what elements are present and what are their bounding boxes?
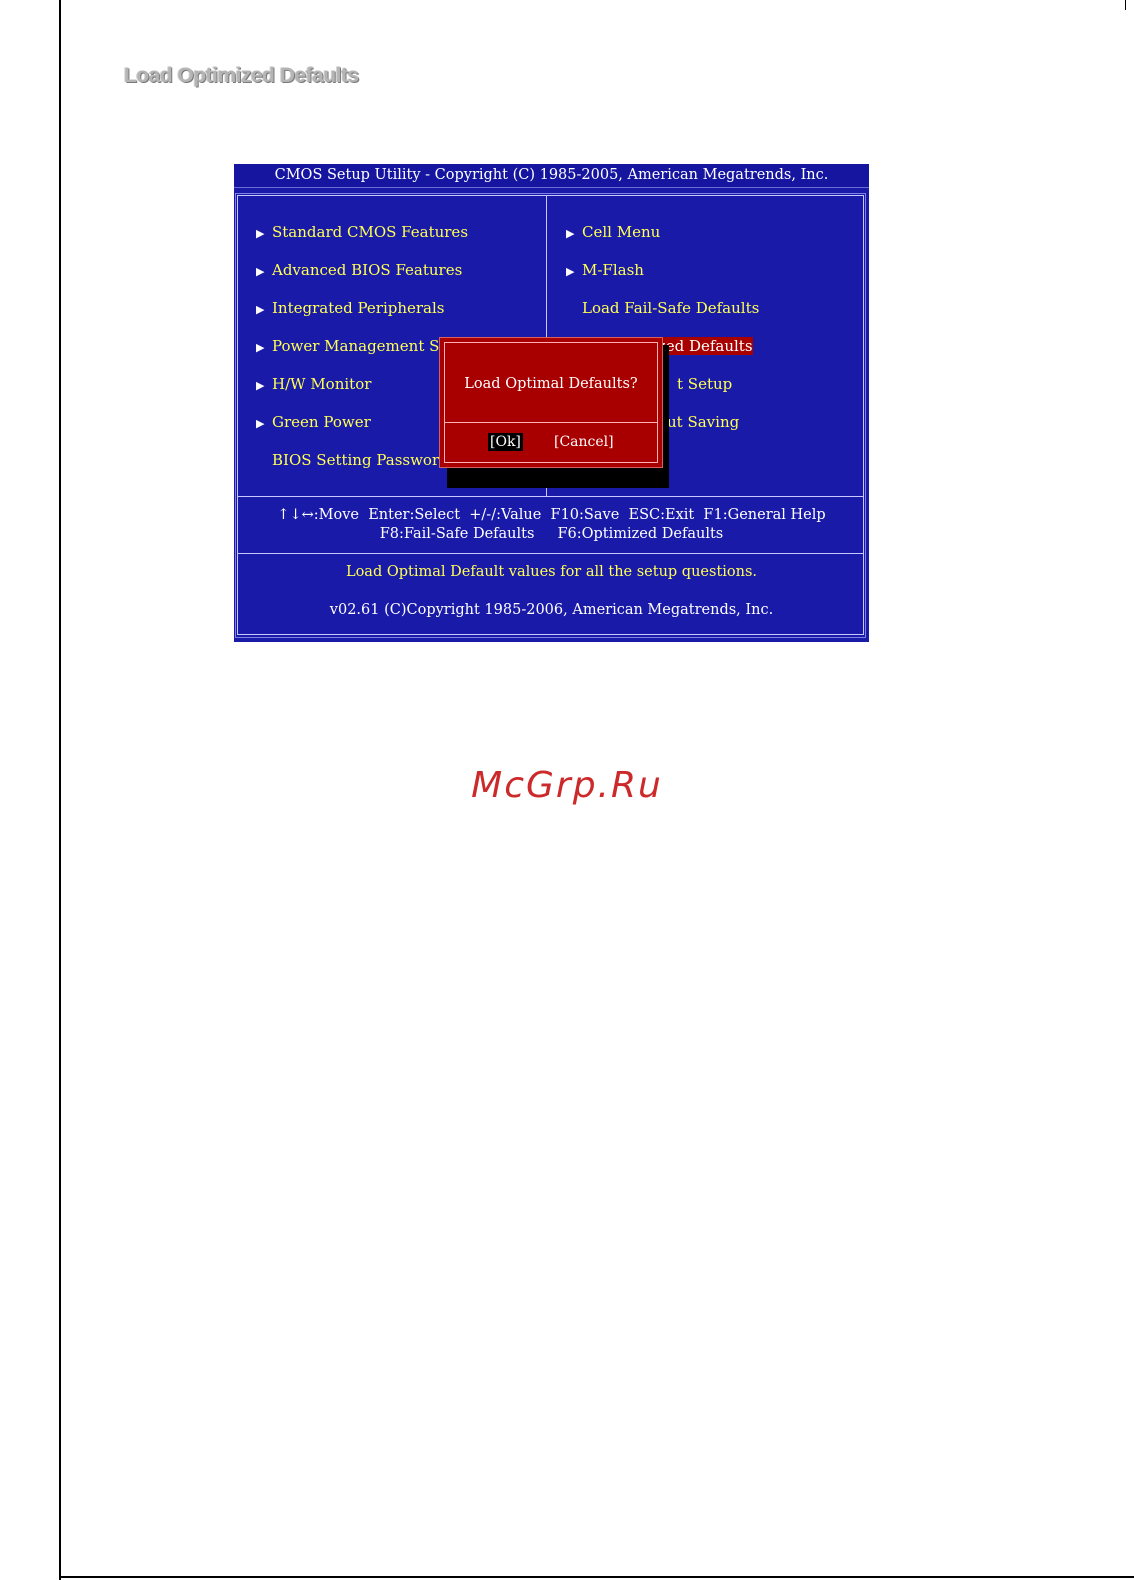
submenu-arrow-icon: ▶ bbox=[256, 227, 265, 240]
description-divider bbox=[237, 553, 864, 554]
menu-item-exit-without-saving[interactable]: ut Saving bbox=[667, 412, 739, 432]
watermark: McGrp.Ru bbox=[471, 765, 663, 806]
menu-item-label: Standard CMOS Features bbox=[272, 223, 469, 241]
dialog-inner-border bbox=[444, 342, 658, 463]
submenu-arrow-icon: ▶ bbox=[566, 265, 575, 278]
submenu-arrow-icon: ▶ bbox=[256, 303, 265, 316]
menu-item-power-management[interactable]: ▶ Power Management Setu bbox=[256, 336, 464, 356]
submenu-arrow-icon: ▶ bbox=[256, 379, 265, 392]
menu-item-label: Load Fail-Safe Defaults bbox=[582, 299, 760, 317]
help-divider bbox=[237, 496, 864, 497]
menu-item-label: Green Power bbox=[272, 413, 371, 431]
menu-item-label: Cell Menu bbox=[582, 223, 661, 241]
version-line: v02.61 (C)Copyright 1985-2006, American … bbox=[329, 602, 774, 618]
submenu-arrow-icon: ▶ bbox=[566, 227, 575, 240]
dialog-message: Load Optimal Defaults? bbox=[464, 376, 638, 392]
menu-item-save-exit-setup[interactable]: t Setup bbox=[677, 374, 732, 394]
menu-item-label: BIOS Setting Password bbox=[272, 451, 449, 469]
item-description: Load Optimal Default values for all the … bbox=[345, 564, 758, 580]
submenu-arrow-icon: ▶ bbox=[256, 265, 265, 278]
menu-item-bios-password[interactable]: BIOS Setting Password bbox=[256, 450, 449, 470]
menu-item-green-power[interactable]: ▶ Green Power bbox=[256, 412, 371, 432]
menu-item-cell-menu[interactable]: ▶ Cell Menu bbox=[566, 222, 660, 242]
bios-title-bar: CMOS Setup Utility - Copyright (C) 1985-… bbox=[234, 164, 869, 188]
menu-item-label: ut Saving bbox=[667, 413, 740, 431]
menu-item-standard-cmos[interactable]: ▶ Standard CMOS Features bbox=[256, 222, 468, 242]
section-title: Load Optimized Defaults bbox=[124, 64, 359, 87]
key-help-line-1: ↑↓↔:Move Enter:Select +/-/:Value F10:Sav… bbox=[277, 507, 826, 523]
menu-item-label: Power Management Setu bbox=[272, 337, 464, 355]
menu-item-label: H/W Monitor bbox=[272, 375, 372, 393]
key-help-line-2: F8:Fail-Safe Defaults F6:Optimized Defau… bbox=[379, 526, 724, 542]
menu-item-label: Integrated Peripherals bbox=[272, 299, 445, 317]
menu-item-hw-monitor[interactable]: ▶ H/W Monitor bbox=[256, 374, 371, 394]
page-corner-mark bbox=[1125, 0, 1126, 10]
menu-item-label: M-Flash bbox=[582, 261, 644, 279]
menu-item-advanced-bios[interactable]: ▶ Advanced BIOS Features bbox=[256, 260, 462, 280]
submenu-arrow-icon: ▶ bbox=[256, 341, 265, 354]
menu-item-label: t Setup bbox=[677, 375, 733, 393]
menu-item-m-flash[interactable]: ▶ M-Flash bbox=[566, 260, 644, 280]
cancel-button[interactable]: [Cancel] bbox=[554, 433, 614, 451]
menu-item-integrated-peripherals[interactable]: ▶ Integrated Peripherals bbox=[256, 298, 445, 318]
page-border-bottom bbox=[59, 1576, 1134, 1578]
menu-item-label: Advanced BIOS Features bbox=[272, 261, 463, 279]
confirm-dialog: Load Optimal Defaults? [Ok] [Cancel] bbox=[439, 337, 663, 468]
dialog-separator bbox=[444, 422, 658, 423]
ok-button[interactable]: [Ok] bbox=[488, 433, 523, 451]
bios-screenshot: CMOS Setup Utility - Copyright (C) 1985-… bbox=[234, 164, 869, 642]
menu-item-load-fail-safe[interactable]: Load Fail-Safe Defaults bbox=[582, 298, 759, 318]
submenu-arrow-icon: ▶ bbox=[256, 417, 265, 430]
